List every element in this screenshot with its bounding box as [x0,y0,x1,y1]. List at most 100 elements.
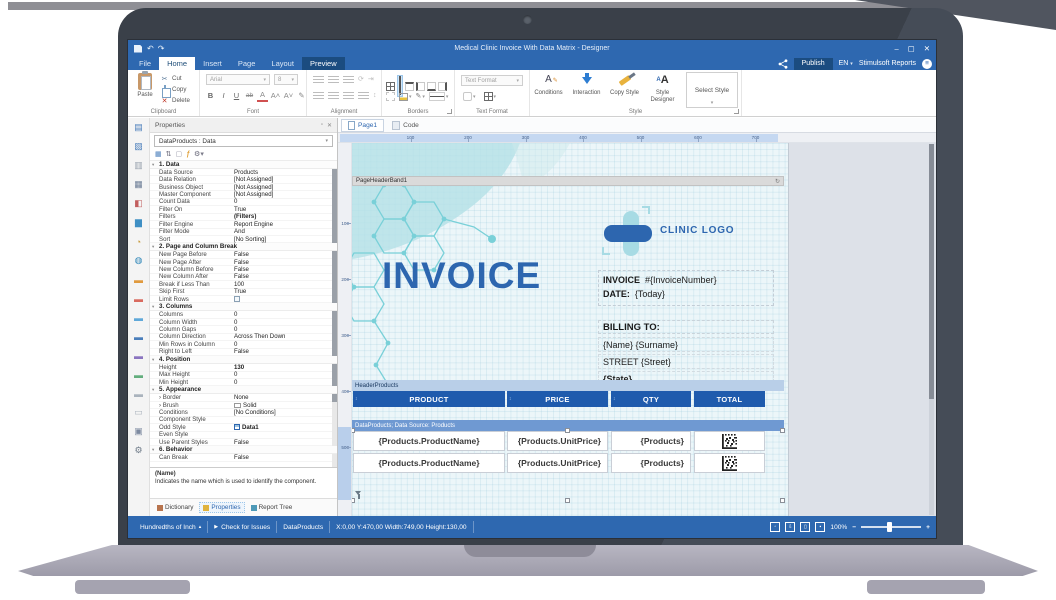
property-value[interactable]: [Not Assigned] [234,176,337,183]
property-value[interactable]: Data1 [234,424,337,431]
style-brush-icon[interactable]: ✎ [296,89,307,102]
text-format-select[interactable]: Text Format▾ [461,75,523,86]
band-data-icon[interactable]: ▬ [128,327,149,346]
maximize-button[interactable]: ▢ [908,44,915,53]
invoice-meta-box[interactable]: INVOICE #{InvoiceNumber} DATE: {Today} [598,270,774,306]
cell-unit-price[interactable]: {Products.UnitPrice} [507,431,608,451]
cell-product-name[interactable]: {Products.ProductName} [353,453,505,473]
property-value[interactable]: 0 [234,371,337,378]
property-page-icon[interactable]: ▢ [176,151,183,158]
top-border-icon[interactable] [405,82,414,91]
property-section-header[interactable]: 3. Columns [150,303,337,311]
all-borders-icon[interactable] [386,82,395,91]
band-child-icon[interactable]: ▬ [128,384,149,403]
property-value[interactable]: Products [234,169,337,176]
properties-scrollbar[interactable] [332,161,337,467]
property-value[interactable]: False [234,273,337,280]
categorized-view-icon[interactable]: ▦ [155,151,162,158]
bold-button[interactable]: B [205,89,216,102]
property-value[interactable]: 0 [234,198,337,205]
property-value[interactable]: (Filters) [234,213,337,220]
close-button[interactable]: ✕ [924,44,930,53]
bottom-border-icon[interactable] [427,82,436,91]
cell-datamatrix[interactable] [694,453,765,473]
component-shape-icon[interactable]: ◧ [128,194,149,213]
tab-home[interactable]: Home [159,57,195,70]
band-page-footer-icon[interactable]: ▬ [128,365,149,384]
filter-funnel-icon[interactable] [355,491,362,499]
align-left-icon[interactable] [313,92,324,100]
band-report-title-icon[interactable]: ▬ [128,270,149,289]
align-top-icon[interactable] [313,76,324,84]
paste-button[interactable]: Paste [132,73,158,109]
right-border-icon[interactable] [438,82,447,91]
tab-page[interactable]: Page [230,57,264,70]
fill-color-button[interactable]: ▾ [399,93,412,101]
component-map-icon[interactable]: ◍ [128,251,149,270]
property-value[interactable]: And [234,228,337,235]
view-mode-grid-icon[interactable]: ▪ [815,522,825,532]
clinic-logo-text[interactable]: CLINIC LOGO [660,225,734,236]
tab-page1[interactable]: Page1 [341,119,384,132]
left-border-icon[interactable] [416,82,425,91]
zoom-in-button[interactable]: + [926,524,930,531]
component-chart-icon[interactable]: ▆ [128,213,149,232]
tab-layout[interactable]: Layout [263,57,302,70]
column-header-qty[interactable]: ↕QTY [611,391,691,407]
invoice-headline[interactable]: INVOICE [382,255,541,297]
language-selector[interactable]: EN ▾ [839,60,853,67]
cell-product-name[interactable]: {Products.ProductName} [353,431,505,451]
page-header-band-bar[interactable]: PageHeaderBand1 ↻ [352,176,784,186]
strikethrough-button[interactable]: ab [244,89,255,102]
cut-button[interactable]: ✂Cut [160,73,190,84]
column-header-product[interactable]: ↕PRODUCT [353,391,505,407]
selection-handle[interactable] [780,428,785,433]
view-mode-page-break-icon[interactable]: ⇩ [785,522,795,532]
band-action-icon[interactable]: ↻ [775,178,780,185]
property-value[interactable]: Report Engine [234,221,337,228]
select-style-box[interactable]: Select Style ▾ [686,72,738,108]
align-middle-icon[interactable] [328,76,339,84]
font-family-select[interactable]: Arial▾ [206,74,270,85]
line-spacing-icon[interactable]: ↕ [373,92,377,100]
canvas-scrollbar[interactable] [929,144,934,515]
band-header-icon[interactable]: ▬ [128,308,149,327]
border-style-select[interactable]: ▾ [429,92,449,101]
cell-qty[interactable]: {Products} [611,453,691,473]
report-page[interactable]: PageHeaderBand1 ↻ CLINIC LOGO INVOICE IN… [352,143,789,516]
font-size-select[interactable]: 8▾ [274,74,298,85]
billing-street-line[interactable]: STREET {Street} [598,354,774,369]
underline-button[interactable]: U [231,89,242,102]
panel-tab-report-tree[interactable]: Report Tree [248,503,296,512]
property-value[interactable]: 0 [234,379,337,386]
component-duplicate-icon[interactable]: ▥ [128,156,149,175]
component-selector[interactable]: DataProducts : Data▾ [154,135,333,147]
property-value[interactable]: [No Sorting] [234,236,337,243]
property-value[interactable]: True [234,288,337,295]
property-value[interactable]: True [234,206,337,213]
interaction-button[interactable]: Interaction [568,72,605,97]
checkbox[interactable] [234,296,240,302]
panel-tab-properties[interactable]: Properties [199,502,244,513]
zoom-slider[interactable] [861,526,921,528]
property-section-header[interactable]: 5. Appearance [150,386,337,394]
property-value[interactable]: 0 [234,311,337,318]
panel-tab-dictionary[interactable]: Dictionary [154,503,196,512]
selection-handle[interactable] [565,498,570,503]
publish-button[interactable]: Publish [794,58,833,70]
column-header-price[interactable]: ↕PRICE [507,391,608,407]
rotate-text-icon[interactable]: ⟳ [358,76,364,84]
property-value[interactable]: False [234,251,337,258]
border-color-button[interactable]: ✎▾ [416,93,425,101]
stimulsoft-account-icon[interactable]: ≡ [922,59,932,69]
property-value[interactable]: None [234,394,337,401]
check-for-issues-button[interactable]: ▶Check for Issues [208,521,277,533]
view-mode-normal-icon[interactable]: ▫ [770,522,780,532]
number-format-button[interactable]: ▾ [484,92,497,101]
share-icon[interactable] [778,59,788,69]
header-band-bar[interactable]: HeaderProducts [352,380,784,391]
align-justify-icon[interactable] [358,92,369,100]
property-value[interactable]: False [234,348,337,355]
column-header-total[interactable]: TOTAL [694,391,765,407]
events-icon[interactable]: ƒ [186,151,190,158]
